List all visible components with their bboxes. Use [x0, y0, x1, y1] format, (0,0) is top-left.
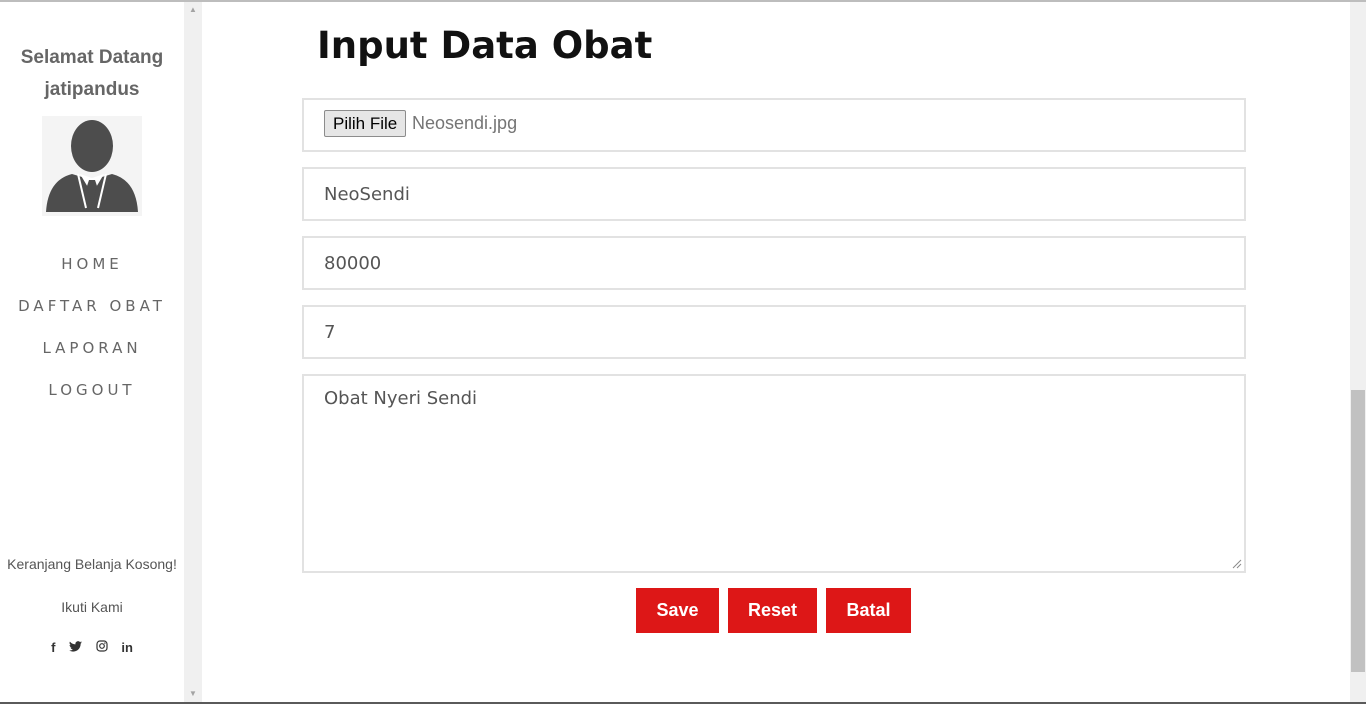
- user-avatar-icon: [46, 120, 138, 212]
- cart-status: Keranjang Belanja Kosong!: [7, 556, 177, 572]
- twitter-icon[interactable]: [69, 640, 83, 655]
- medicine-name-value: NeoSendi: [324, 184, 410, 205]
- choose-file-button[interactable]: Pilih File: [324, 110, 407, 137]
- save-button[interactable]: Save: [636, 588, 719, 633]
- page-title: Input Data Obat: [317, 24, 653, 67]
- sidebar: Selamat Datang jatipandus HOME DAFTAR OB…: [0, 2, 184, 702]
- selected-file-name: Neosendi.jpg: [412, 113, 518, 133]
- follow-label: Ikuti Kami: [61, 599, 123, 615]
- linkedin-icon[interactable]: in: [121, 640, 133, 655]
- nav-logout[interactable]: LOGOUT: [0, 381, 184, 399]
- cancel-button[interactable]: Batal: [826, 588, 911, 633]
- facebook-icon[interactable]: f: [51, 640, 55, 655]
- main-content: Input Data Obat Pilih File Neosendi.jpg …: [202, 2, 1350, 702]
- instagram-icon[interactable]: [96, 640, 108, 655]
- nav-daftar-obat[interactable]: DAFTAR OBAT: [0, 297, 184, 315]
- avatar: [42, 116, 142, 216]
- price-field[interactable]: 80000: [302, 236, 1246, 290]
- social-links: f in: [0, 640, 184, 655]
- sidebar-scrollbar[interactable]: ▲ ▼: [184, 2, 202, 702]
- nav-home[interactable]: HOME: [0, 255, 184, 273]
- stock-field[interactable]: 7: [302, 305, 1246, 359]
- nav-laporan[interactable]: LAPORAN: [0, 339, 184, 357]
- image-file-input[interactable]: Pilih File Neosendi.jpg: [302, 98, 1246, 152]
- reset-button[interactable]: Reset: [728, 588, 817, 633]
- username: jatipandus: [44, 79, 140, 100]
- welcome-text: Selamat Datang: [20, 47, 164, 68]
- scroll-up-arrow-icon[interactable]: ▲: [184, 2, 202, 18]
- description-value: Obat Nyeri Sendi: [324, 388, 478, 409]
- scroll-down-arrow-icon[interactable]: ▼: [184, 686, 202, 702]
- page-scrollbar[interactable]: [1350, 2, 1366, 702]
- stock-value: 7: [324, 322, 336, 343]
- price-value: 80000: [324, 253, 382, 274]
- resize-grip-icon[interactable]: [1232, 559, 1242, 569]
- medicine-name-field[interactable]: NeoSendi: [302, 167, 1246, 221]
- description-textarea[interactable]: Obat Nyeri Sendi: [302, 374, 1246, 573]
- scrollbar-thumb[interactable]: [1351, 390, 1365, 672]
